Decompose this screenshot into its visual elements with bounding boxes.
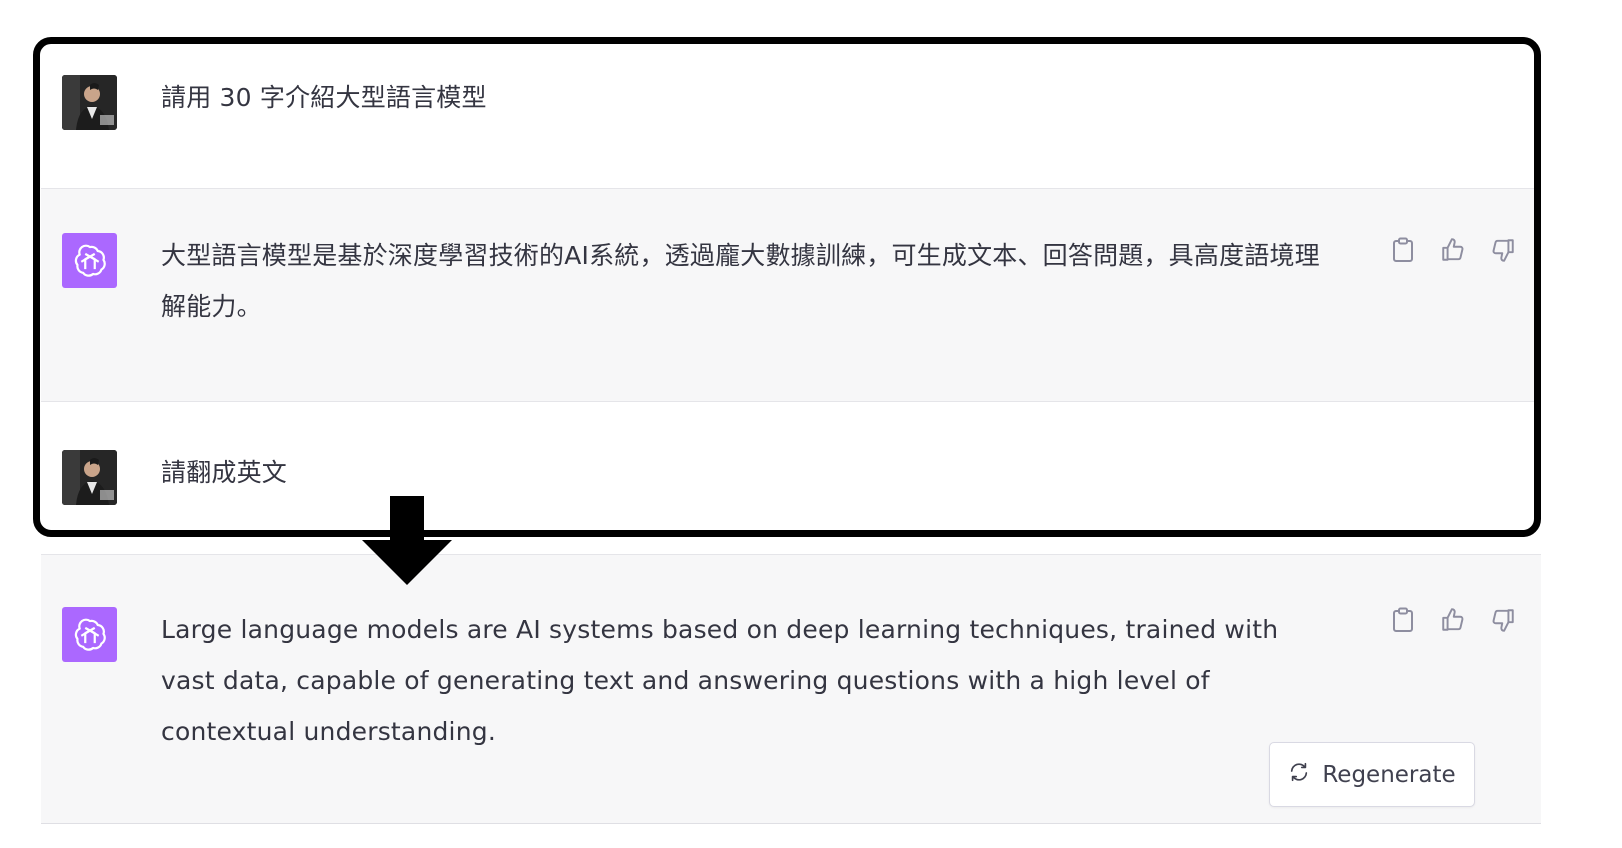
message-text: 大型語言模型是基於深度學習技術的AI系統，透過龐大數據訓練，可生成文本、回答問題… (161, 241, 1320, 321)
user-message: 請用 30 字介紹大型語言模型 (41, 48, 1541, 189)
openai-logo-icon (62, 607, 117, 662)
message-actions (1390, 605, 1516, 635)
message-text: 請用 30 字介紹大型語言模型 (161, 83, 487, 112)
message-actions (1390, 235, 1516, 265)
thumbs-up-icon[interactable] (1440, 235, 1466, 265)
clipboard-icon[interactable] (1390, 605, 1416, 635)
message-text: Large language models are AI systems bas… (161, 615, 1279, 746)
assistant-message: Large language models are AI systems bas… (41, 555, 1541, 824)
clipboard-icon[interactable] (1390, 235, 1416, 265)
thumbs-up-icon[interactable] (1440, 605, 1466, 635)
chat-screenshot: 請用 30 字介紹大型語言模型 大型語言模型是基於深度學習技術的AI系統，透過龐… (0, 0, 1622, 848)
openai-logo-icon (62, 233, 117, 288)
message-text: 請翻成英文 (161, 458, 288, 487)
refresh-icon (1288, 761, 1310, 789)
user-message: 請翻成英文 (41, 402, 1541, 555)
assistant-message: 大型語言模型是基於深度學習技術的AI系統，透過龐大數據訓練，可生成文本、回答問題… (41, 189, 1541, 402)
thumbs-down-icon[interactable] (1490, 235, 1516, 265)
thumbs-down-icon[interactable] (1490, 605, 1516, 635)
user-avatar (62, 75, 117, 130)
conversation-thread: 請用 30 字介紹大型語言模型 大型語言模型是基於深度學習技術的AI系統，透過龐… (41, 48, 1541, 824)
regenerate-button[interactable]: Regenerate (1269, 742, 1475, 807)
regenerate-label: Regenerate (1322, 761, 1456, 788)
user-avatar (62, 450, 117, 505)
